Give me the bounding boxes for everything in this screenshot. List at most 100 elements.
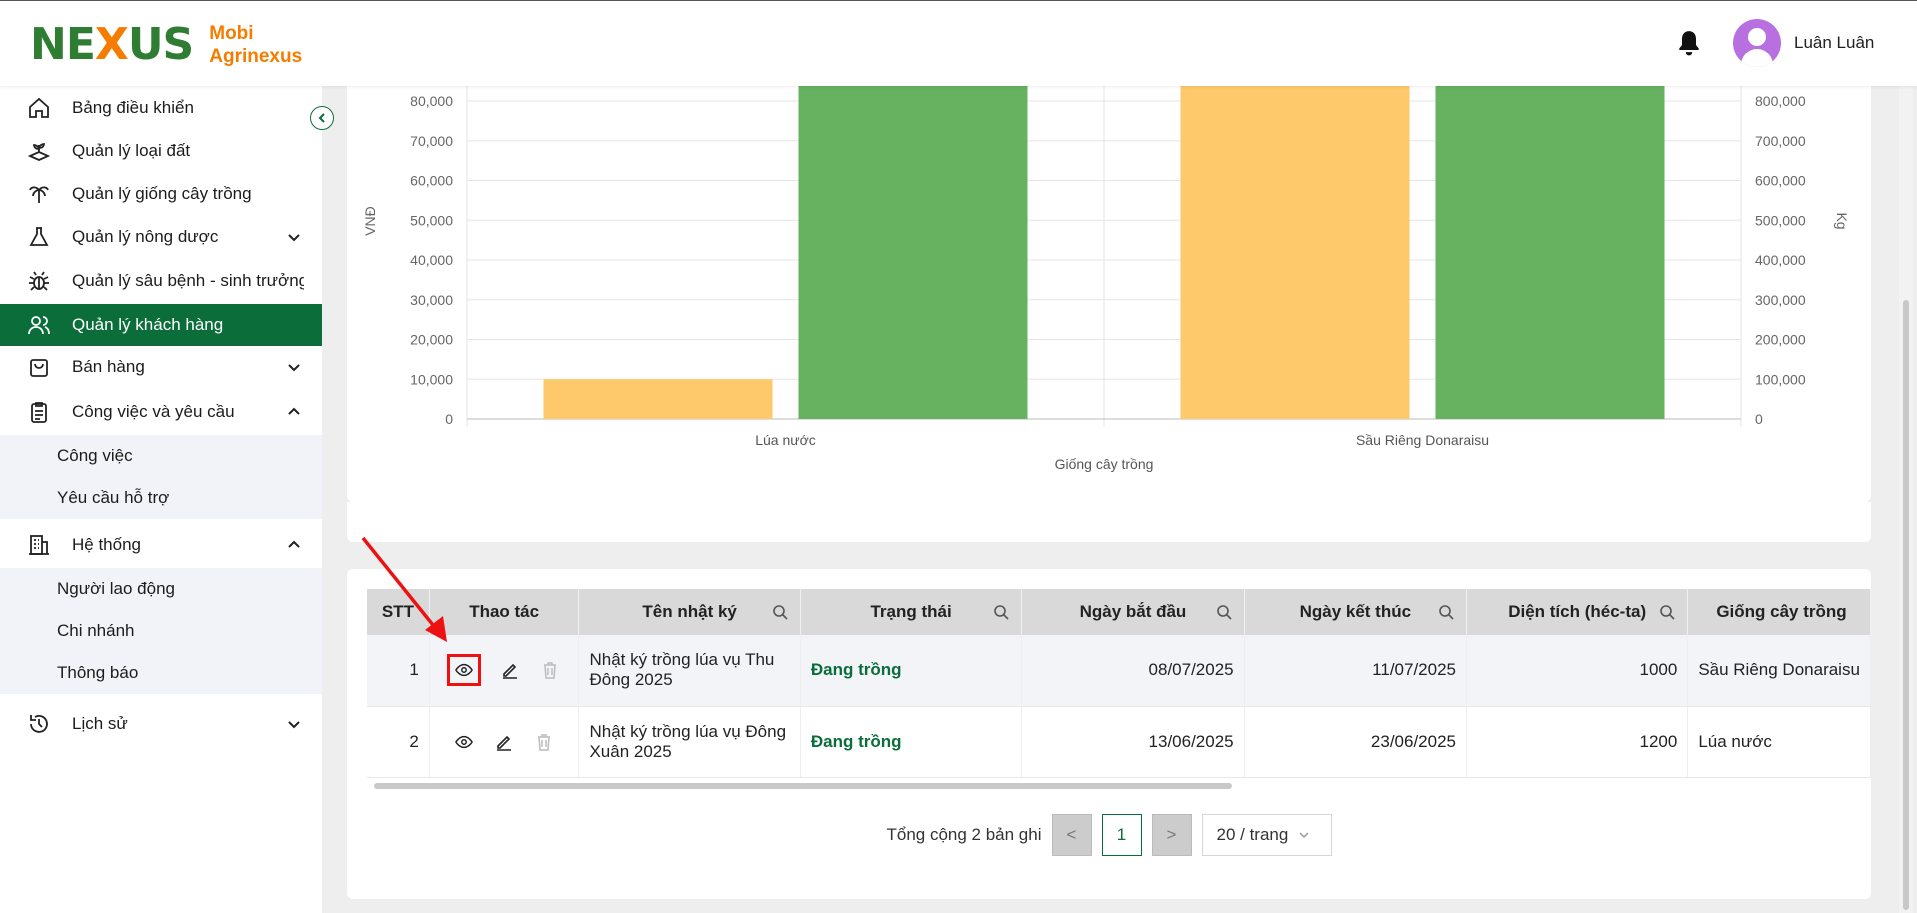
y-tick-label: 20,000 [410,332,453,348]
y2-tick-label: 800,000 [1755,93,1806,109]
avatar[interactable] [1733,19,1781,67]
y-tick-label: 30,000 [410,292,453,308]
y2-tick-label: 300,000 [1755,292,1806,308]
bar [1435,86,1665,419]
sidebar-item-customers[interactable]: Quản lý khách hàng [0,304,322,346]
palm-tree-icon [26,181,52,207]
y-tick-label: 60,000 [410,173,453,189]
search-icon[interactable] [1216,604,1232,620]
col-area: Diện tích (héc-ta) [1466,589,1689,635]
trash-icon [538,733,551,751]
sidebar-subitem-tasks[interactable]: Công việc [0,435,322,477]
page-1-button[interactable]: 1 [1101,814,1142,856]
users-icon [26,312,52,338]
sidebar-item-work[interactable]: Công việc và yêu cầu [0,391,322,433]
y-tick-label: 40,000 [410,252,453,268]
y-tick-label: 80,000 [410,93,453,109]
chevron-down-icon [288,721,300,729]
sidebar: Bảng điều khiển Quản lý loại đất Quản lý… [0,86,322,913]
col-end-date: Ngày kết thúc [1244,589,1468,635]
sidebar-item-soil[interactable]: Quản lý loại đất [0,130,322,172]
edit-button[interactable] [499,659,521,681]
y-tick-label: 0 [445,411,453,427]
sidebar-item-pests[interactable]: Quản lý sâu bệnh - sinh trưởng [0,260,322,302]
pencil-icon [503,664,518,680]
logo-mark: NEXUS [30,19,194,70]
diary-table: STT Thao tác Tên nhật ký Trạng thái Ngày… [367,589,1871,778]
cell-stt: 2 [367,706,430,778]
bug-icon [26,268,52,294]
chevron-up-icon [288,407,300,415]
cell-status: Đang trồng [800,635,1023,707]
chart-card: 0 10,000 20,000 30,000 40,000 50,000 60,000 70,… [347,86,1871,502]
sidebar-item-system[interactable]: Hệ thống [0,524,322,566]
brand-line1: Mobi [209,23,254,44]
chart-card-footer [347,502,1871,542]
cell-area: 1200 [1466,706,1689,778]
username[interactable]: Luân Luân [1794,33,1874,53]
logo[interactable]: NEXUS Mobi Agrinexus [30,15,302,75]
sidebar-item-history[interactable]: Lịch sử [0,703,322,745]
delete-button[interactable] [533,731,555,753]
sidebar-subitem-workers[interactable]: Người lao động [0,568,322,610]
y2-tick-label: 500,000 [1755,212,1806,228]
next-page-button[interactable]: > [1151,814,1192,856]
cell-end-date: 11/07/2025 [1244,635,1468,707]
horizontal-scrollbar[interactable] [374,783,1232,789]
x-tick-label: Lúa nước [755,432,816,448]
y-axis-label: VNĐ [362,206,378,236]
sidebar-subitem-notifications[interactable]: Thông báo [0,652,322,694]
building-icon [26,532,52,558]
y-tick-label: 50,000 [410,212,453,228]
sidebar-item-crop-varieties[interactable]: Quản lý giống cây trồng [0,173,322,215]
y2-tick-label: 200,000 [1755,332,1806,348]
app-header: NEXUS Mobi Agrinexus Luân Luân [0,0,1917,86]
cell-area: 1000 [1466,635,1689,707]
search-icon[interactable] [993,604,1009,620]
bell-icon[interactable] [1676,29,1702,57]
col-status: Trạng thái [800,589,1023,635]
sidebar-item-dashboard[interactable]: Bảng điều khiển [0,87,322,129]
view-button[interactable] [447,654,482,687]
eye-icon [455,735,474,748]
eye-icon [455,664,474,677]
cell-crop: Lúa nước [1687,706,1871,778]
cell-status: Đang trồng [800,706,1023,778]
sidebar-subitem-support[interactable]: Yêu cầu hỗ trợ [0,477,322,519]
pagination: Tổng cộng 2 bản ghi < 1 > 20 / trang [347,814,1871,856]
y2-tick-label: 700,000 [1755,133,1806,149]
sidebar-item-sales[interactable]: Bán hàng [0,346,322,388]
bar [543,379,773,419]
page-size-select[interactable]: 20 / trang [1201,814,1332,856]
delete-button[interactable] [539,659,561,681]
sidebar-subitem-branches[interactable]: Chi nhánh [0,610,322,652]
table-header: STT Thao tác Tên nhật ký Trạng thái Ngày… [367,589,1871,635]
bar-chart: 0 10,000 20,000 30,000 40,000 50,000 60,000 70,… [362,86,1850,472]
sidebar-collapse-button[interactable] [310,106,334,130]
clipboard-icon [26,399,52,425]
col-start-date: Ngày bắt đầu [1021,589,1245,635]
edit-button[interactable] [493,731,515,753]
total-records: Tổng cộng 2 bản ghi [886,825,1042,844]
sidebar-item-pesticides[interactable]: Quản lý nông dược [0,216,322,258]
table-row: 2 Nhật ký trồng lúa vụ Đông Xuân 2025 Đa… [367,706,1871,778]
home-icon [26,95,52,121]
soil-icon [26,138,52,164]
page-scrollbar-thumb[interactable] [1903,300,1909,910]
cell-name: Nhật ký trồng lúa vụ Thu Đông 2025 [578,635,801,707]
pencil-icon [497,735,512,751]
search-icon[interactable] [1438,604,1454,620]
y-tick-label: 70,000 [410,133,453,149]
cell-end-date: 23/06/2025 [1244,706,1468,778]
prev-page-button[interactable]: < [1051,814,1092,856]
cell-name: Nhật ký trồng lúa vụ Đông Xuân 2025 [578,706,801,778]
search-icon[interactable] [1659,604,1675,620]
col-crop: Giống cây trồng [1687,589,1871,635]
y-tick-label: 10,000 [410,371,453,387]
trash-icon [544,662,557,679]
y2-tick-label: 0 [1755,411,1763,427]
search-icon[interactable] [772,604,788,620]
table-card: STT Thao tác Tên nhật ký Trạng thái Ngày… [347,569,1871,899]
view-button[interactable] [453,731,475,753]
brand-line2: Agrinexus [209,46,303,67]
